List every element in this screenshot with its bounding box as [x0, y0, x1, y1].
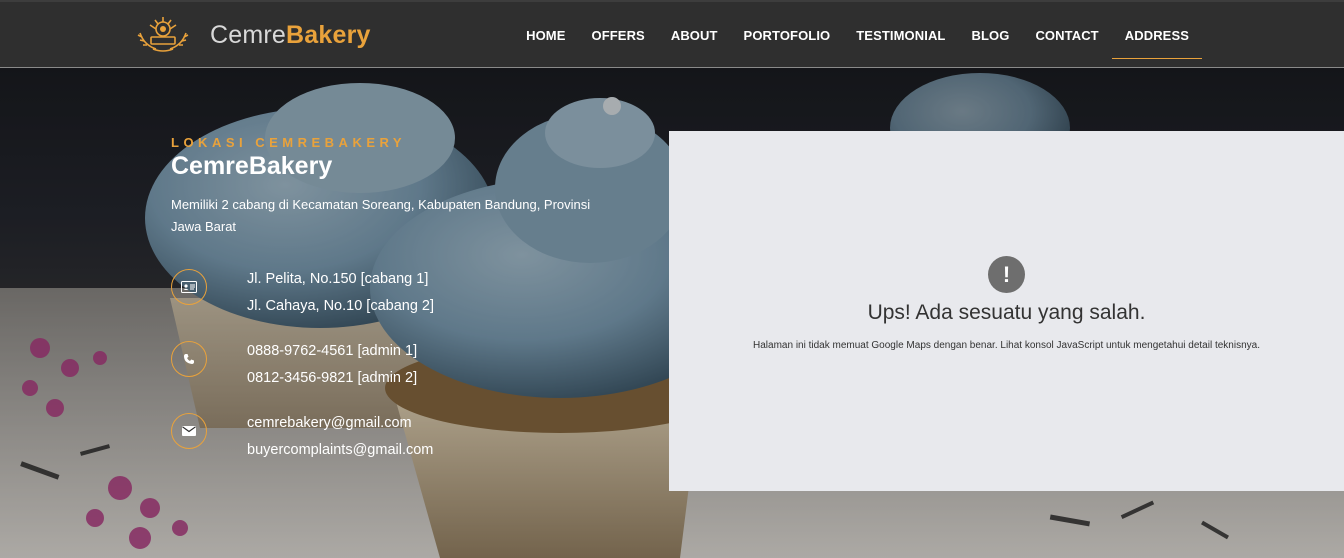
map-error-title: Ups! Ada sesuatu yang salah.: [867, 301, 1146, 324]
address-line-1: Jl. Pelita, No.150 [cabang 1]: [247, 271, 429, 287]
email-line-2[interactable]: buyercomplaints@gmail.com: [247, 437, 433, 464]
brand-name-bold: Bakery: [286, 20, 371, 49]
nav-offers[interactable]: OFFERS: [579, 2, 658, 68]
google-map-embed[interactable]: ! Ups! Ada sesuatu yang salah. Halaman i…: [669, 131, 1344, 491]
phone-line-2: 0812-3456-9821 [admin 2]: [247, 370, 418, 386]
address-card-icon: [171, 269, 207, 305]
brand[interactable]: CemreBakery: [134, 15, 371, 55]
brand-name: CemreBakery: [210, 21, 371, 50]
contact-email: cemrebakery@gmail.com buyercomplaints@gm…: [171, 410, 433, 464]
section-eyebrow: LOKASI CEMREBAKERY: [171, 135, 407, 150]
brand-name-light: Cemre: [210, 20, 287, 49]
nav-portofolio[interactable]: PORTOFOLIO: [731, 2, 844, 68]
phone-line-1: 0888-9762-4561 [admin 1]: [247, 343, 418, 359]
map-error-message: Halaman ini tidak memuat Google Maps den…: [753, 340, 1260, 351]
envelope-icon: [171, 413, 207, 449]
section-title: CemreBakery: [171, 152, 333, 180]
address-line-2: Jl. Cahaya, No.10 [cabang 2]: [247, 298, 435, 314]
nav-testimonial[interactable]: TESTIMONIAL: [843, 2, 958, 68]
nav-blog[interactable]: BLOG: [958, 2, 1022, 68]
email-line-1[interactable]: cemrebakery@gmail.com: [247, 410, 433, 437]
nav-about[interactable]: ABOUT: [658, 2, 731, 68]
contact-address: Jl. Pelita, No.150 [cabang 1] Jl. Cahaya…: [171, 266, 434, 320]
bakery-crest-logo: [137, 17, 189, 52]
contact-phone: 0888-9762-4561 [admin 1] 0812-3456-9821 …: [171, 338, 417, 392]
nav-home[interactable]: HOME: [513, 2, 578, 68]
navbar: CemreBakery HOME OFFERS ABOUT PORTOFOLIO…: [0, 0, 1344, 68]
main-nav: HOME OFFERS ABOUT PORTOFOLIO TESTIMONIAL…: [513, 2, 1203, 68]
phone-icon: [171, 341, 207, 377]
section-description: Memiliki 2 cabang di Kecamatan Soreang, …: [171, 197, 591, 234]
nav-contact[interactable]: CONTACT: [1022, 2, 1111, 68]
nav-address[interactable]: ADDRESS: [1111, 2, 1203, 68]
exclamation-icon: !: [988, 256, 1025, 293]
